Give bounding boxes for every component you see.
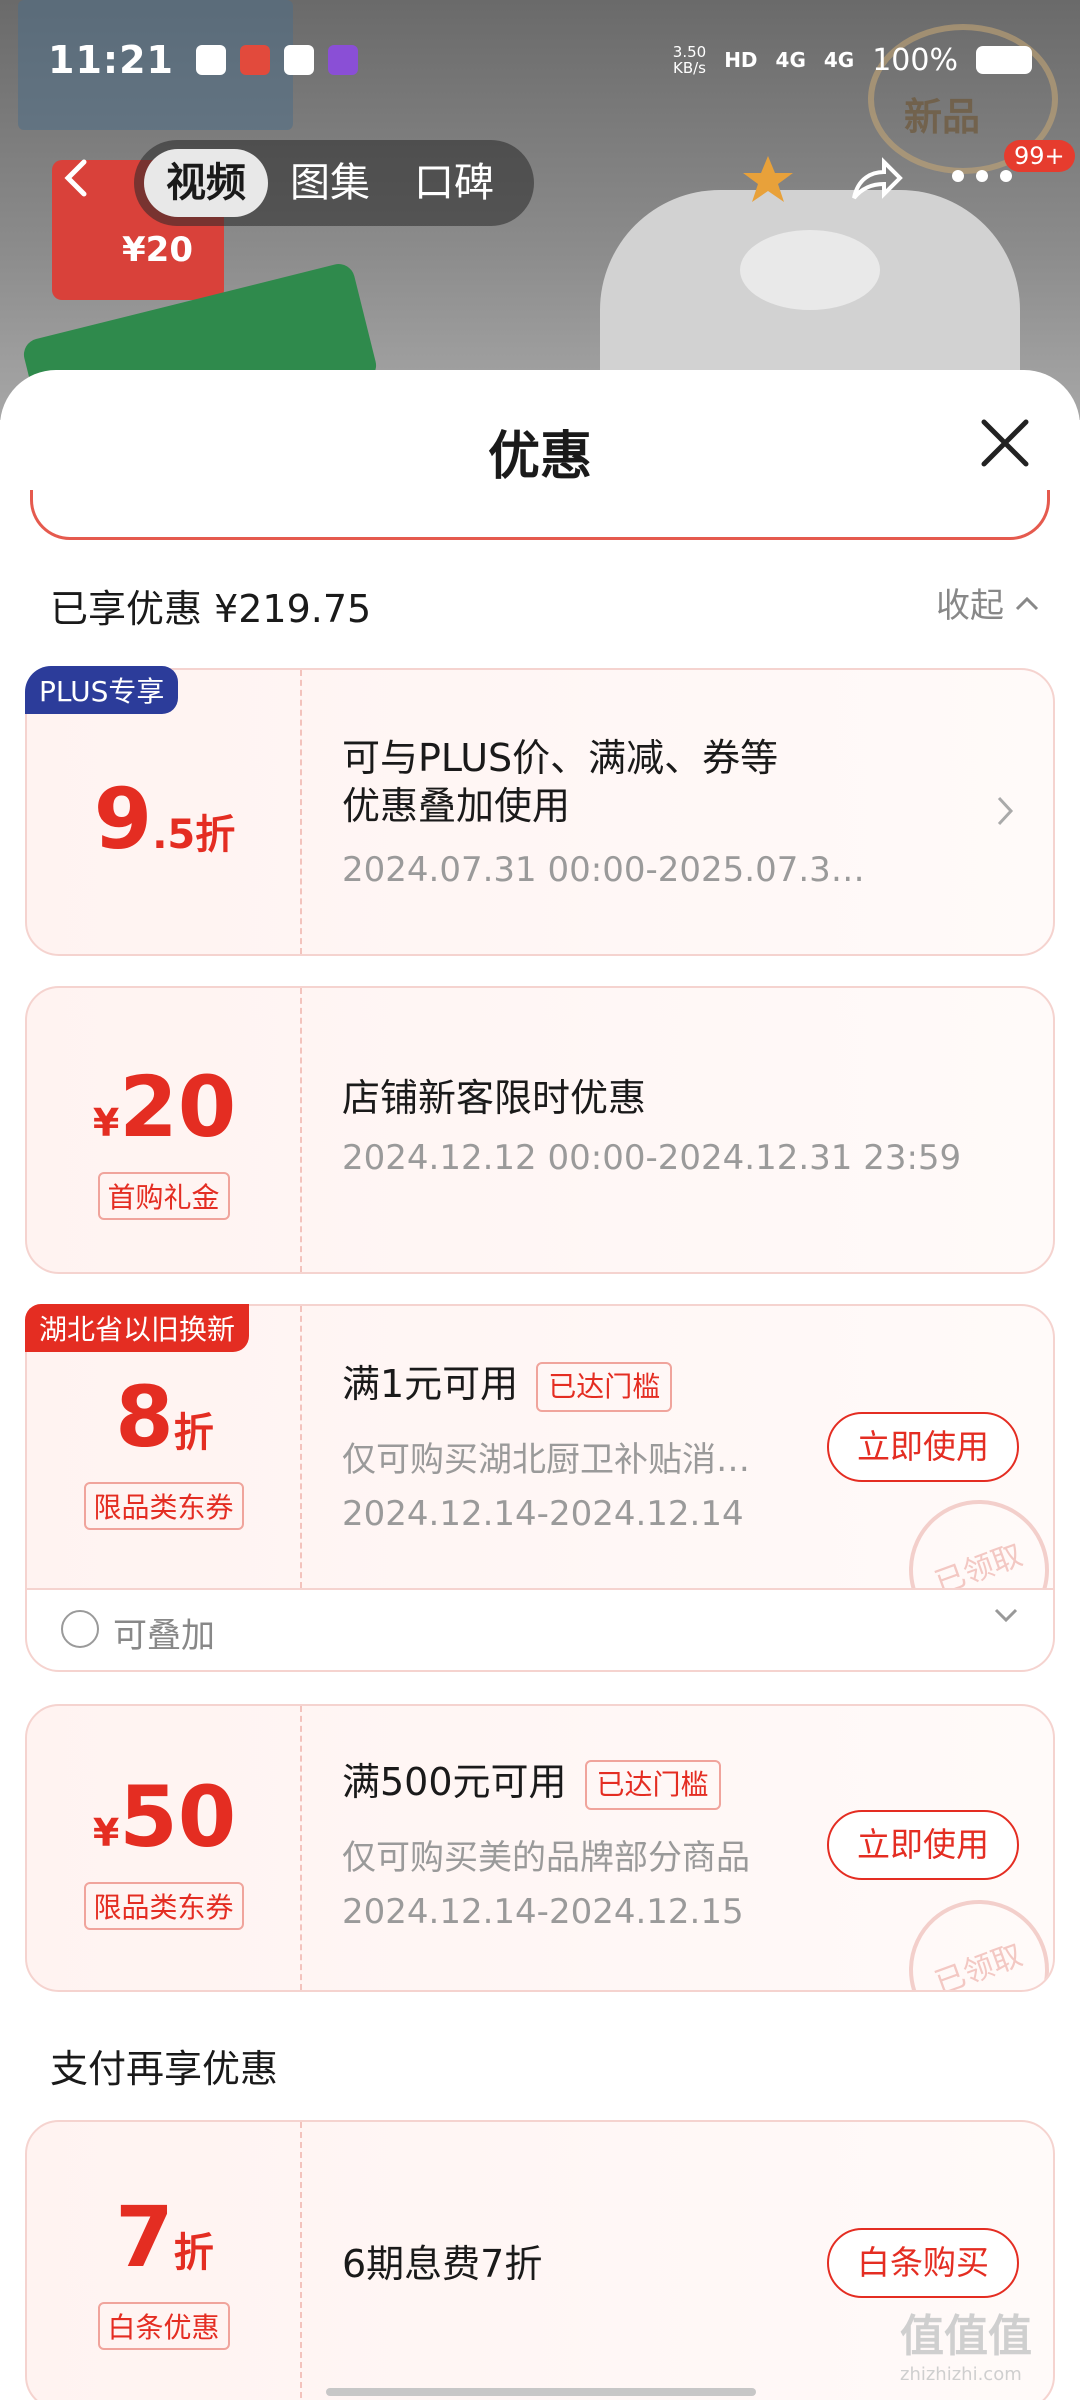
coupon-date: 2024.12.14-2024.12.14 — [342, 1494, 744, 1534]
enjoyed-discount-row: 已享优惠 ¥219.75 收起 — [50, 578, 1040, 634]
network-speed: 3.50 KB/s — [672, 43, 707, 77]
baitiao-buy-button[interactable]: 白条购买 — [827, 2228, 1019, 2298]
favorite-star-icon[interactable] — [738, 150, 798, 210]
coupon-brand[interactable]: ¥50 限品类东券 满500元可用 已达门槛 仅可购买美的品牌部分商品 2024.… — [25, 1704, 1055, 1992]
coupon-type-tag: 限品类东券 — [83, 1482, 244, 1530]
coupon-title: 6期息费7折 — [342, 2242, 543, 2286]
stackable-label: 可叠加 — [113, 1616, 215, 1656]
home-indicator[interactable] — [326, 2388, 756, 2396]
coupon-type-tag: 白条优惠 — [97, 2302, 230, 2350]
site-watermark: 值值值 zhizhizhi.com — [900, 2311, 1032, 2385]
coupon-value: ¥20 — [92, 1058, 237, 1156]
sheet-header: 优惠 — [0, 370, 1080, 540]
coupon-title: 可与PLUS价、满减、券等 优惠叠加使用 — [342, 736, 779, 828]
coupon-title: 满500元可用 已达门槛 — [342, 1758, 721, 1810]
app-notification-icon — [327, 45, 358, 75]
battery-icon — [976, 46, 1032, 74]
use-now-button[interactable]: 立即使用 — [827, 1412, 1019, 1482]
coupon-date: 2024.12.14-2024.12.15 — [342, 1892, 744, 1932]
coupon-new-customer[interactable]: ¥20 首购礼金 店铺新客限时优惠 2024.12.12 00:00-2024.… — [25, 986, 1055, 1274]
tab-video[interactable]: 视频 — [144, 149, 268, 217]
product-top-nav: 视频 图集 口碑 99+ — [0, 140, 1080, 226]
threshold-reached-tag: 已达门槛 — [584, 1759, 721, 1810]
close-icon[interactable] — [978, 416, 1032, 470]
more-menu-icon[interactable] — [952, 170, 1012, 190]
coupon-title: 满1元可用 已达门槛 — [342, 1360, 673, 1412]
coupon-type-tag: 首购礼金 — [97, 1172, 230, 1220]
media-tabs: 视频 图集 口碑 — [134, 140, 534, 226]
plus-exclusive-badge: PLUS专享 — [25, 666, 179, 714]
coupon-plus-discount[interactable]: 9.5折 可与PLUS价、满减、券等 优惠叠加使用 2024.07.31 00:… — [25, 668, 1055, 956]
chevron-up-icon — [1015, 596, 1039, 610]
previous-card-edge — [30, 490, 1050, 540]
back-arrow-icon[interactable] — [56, 156, 100, 200]
discount-sheet: 优惠 已享优惠 ¥219.75 收起 PLUS专享 9.5折 可与PLUS价、满… — [0, 370, 1080, 2400]
tab-gallery[interactable]: 图集 — [268, 149, 392, 217]
coupon-date: 2024.12.12 00:00-2024.12.31 23:59 — [342, 1138, 962, 1178]
coupon-date: 2024.07.31 00:00-2025.07.3… — [342, 850, 865, 890]
claimed-stamp: 已领取 — [889, 1880, 1053, 1990]
claimed-stamp: 已领取 — [889, 1480, 1053, 1588]
coupon-value: ¥50 — [92, 1768, 237, 1866]
coupon-value: 8折 — [115, 1368, 214, 1466]
chevron-down-icon — [994, 1608, 1018, 1623]
chevron-right-icon — [997, 796, 1014, 826]
message-count-badge: 99+ — [1004, 140, 1075, 172]
coupon-type-tag: 限品类东券 — [83, 1882, 244, 1930]
signal-sim1: 4G — [775, 48, 806, 72]
tab-reviews[interactable]: 口碑 — [392, 149, 516, 217]
threshold-reached-tag: 已达门槛 — [536, 1361, 673, 1412]
sync-icon — [283, 45, 314, 75]
collapse-button[interactable]: 收起 — [936, 578, 1040, 627]
use-now-button[interactable]: 立即使用 — [827, 1810, 1019, 1880]
notification-icons — [195, 45, 358, 75]
stack-icon — [61, 1610, 99, 1648]
hd-indicator: HD — [724, 48, 758, 72]
signal-sim2: 4G — [823, 48, 855, 72]
clock: 11:21 — [48, 38, 174, 82]
stackable-row[interactable]: 可叠加 — [25, 1588, 1055, 1672]
app-notification-icon — [239, 45, 270, 75]
share-icon[interactable] — [846, 150, 906, 210]
trade-in-badge: 湖北省以旧换新 — [25, 1304, 250, 1352]
coupon-value: 7折 — [115, 2188, 214, 2286]
status-bar: 11:21 3.50 KB/s HD 4G 4G 100% — [0, 0, 1080, 120]
clipboard-icon — [195, 45, 226, 75]
enjoyed-discount-label: 已享优惠 ¥219.75 — [50, 587, 372, 631]
battery-percent: 100% — [872, 42, 958, 78]
payment-section-title: 支付再享优惠 — [50, 2047, 279, 2091]
coupon-value: 9.5折 — [93, 770, 236, 868]
sheet-title: 优惠 — [487, 427, 592, 487]
coupon-title: 店铺新客限时优惠 — [342, 1076, 647, 1120]
coupon-description: 仅可购买湖北厨卫补贴消… — [342, 1440, 750, 1480]
coupon-description: 仅可购买美的品牌部分商品 — [342, 1838, 750, 1878]
